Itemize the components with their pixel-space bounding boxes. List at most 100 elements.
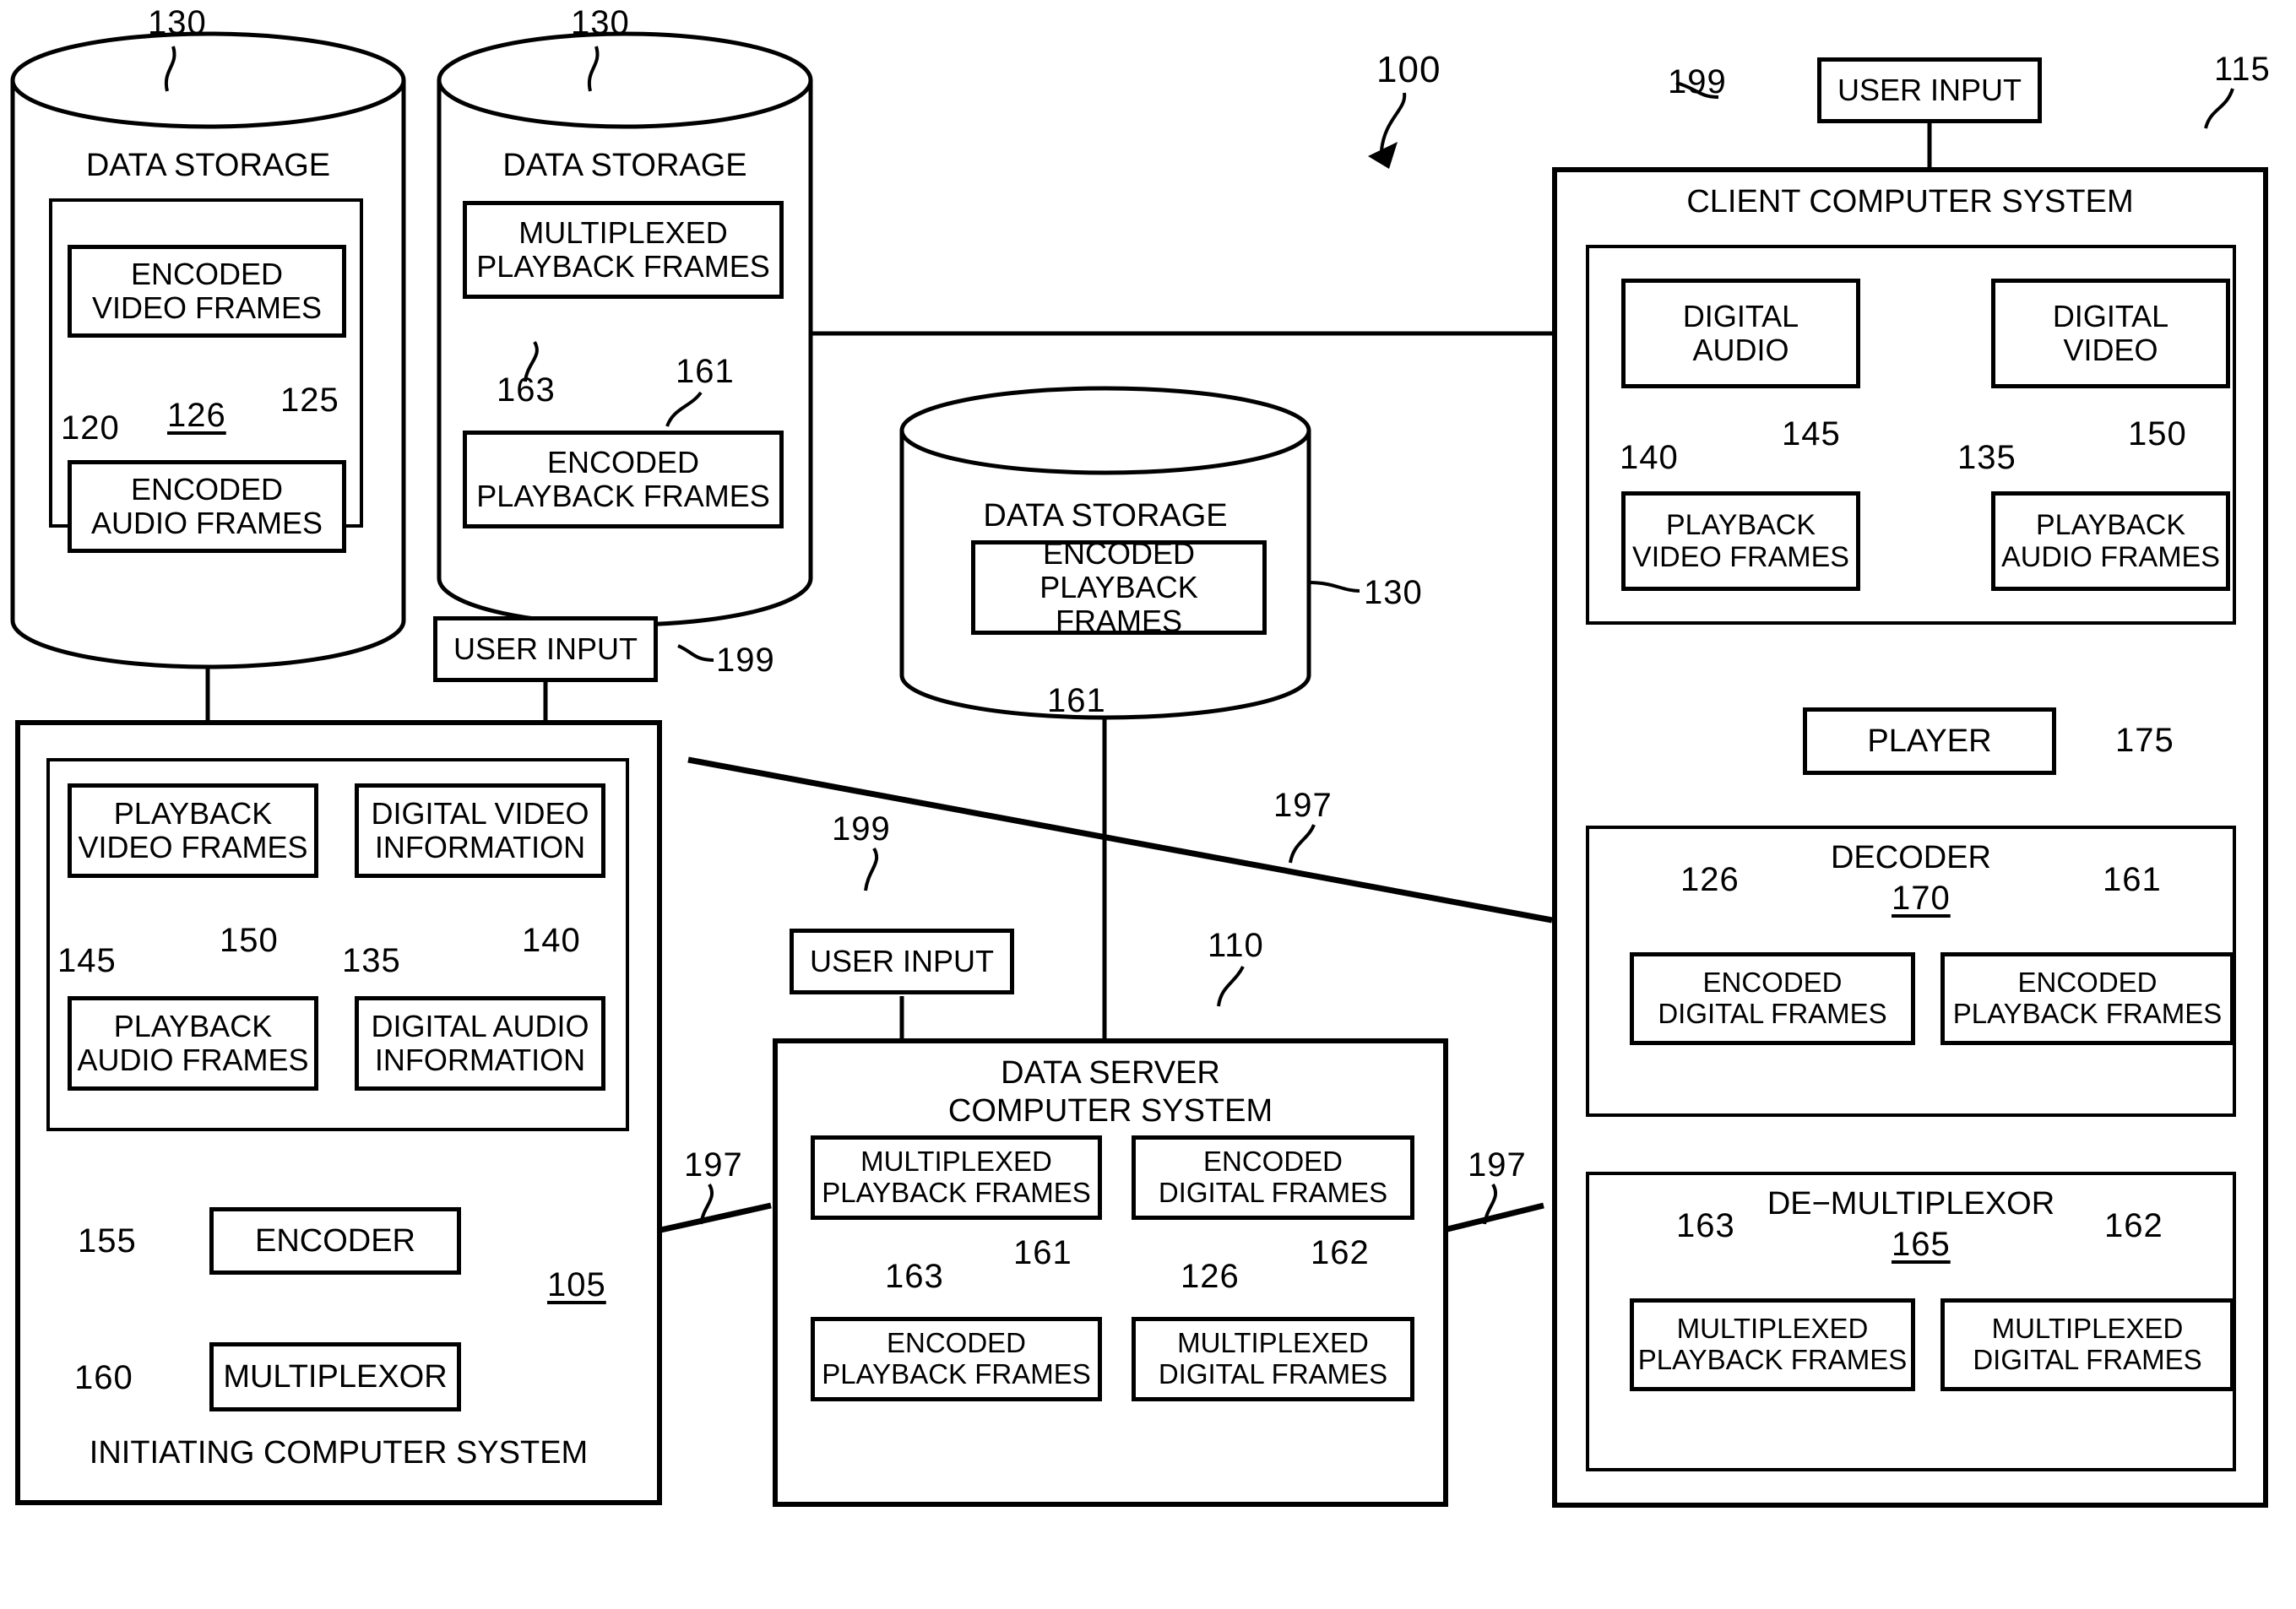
multiplexed-playback-frames-box-demux: MULTIPLEXED PLAYBACK FRAMES — [1630, 1298, 1915, 1391]
edf-srv-line1: ENCODED — [1202, 1146, 1343, 1178]
epf-s2-line2: PLAYBACK FRAMES — [476, 479, 770, 513]
data-storage-3-title: DATA STORAGE — [983, 498, 1228, 534]
ref-160-multiplexor: 160 — [74, 1359, 133, 1396]
ref-100-system: 100 — [1376, 49, 1441, 90]
playback-audio-frames-box-client: PLAYBACK AUDIO FRAMES — [1991, 491, 2230, 591]
mdf-demux-line2: DIGITAL FRAMES — [1973, 1344, 2202, 1375]
initiating-computer-system-title: INITIATING COMPUTER SYSTEM — [89, 1435, 589, 1471]
multiplexed-digital-frames-box-server: MULTIPLEXED DIGITAL FRAMES — [1132, 1317, 1414, 1401]
ref-150-client: 150 — [2128, 415, 2187, 452]
epf-dec-line1: ENCODED — [2017, 967, 2158, 999]
ref-135-initiating: 135 — [342, 942, 401, 979]
ref-126-server: 126 — [1181, 1258, 1240, 1295]
mpf-srv-line1: MULTIPLEXED — [860, 1146, 1052, 1178]
user-input-box-server[interactable]: USER INPUT — [790, 929, 1014, 994]
ref-126-decoder: 126 — [1680, 861, 1740, 898]
encoded-playback-frames-box-storage2: ENCODED PLAYBACK FRAMES — [463, 431, 784, 528]
digital-audio-box: DIGITAL AUDIO — [1621, 279, 1860, 388]
ref-161-storage3: 161 — [1047, 682, 1106, 719]
ref-130-storage-2: 130 — [571, 4, 630, 41]
user-input-box-client[interactable]: USER INPUT — [1817, 57, 2042, 123]
epf-s2-line1: ENCODED — [546, 444, 700, 479]
mpf-srv-line2: PLAYBACK FRAMES — [822, 1177, 1091, 1208]
ref-130-storage-3: 130 — [1364, 574, 1423, 611]
ref-126-group: 126 — [167, 397, 226, 434]
player-box: PLAYER — [1803, 707, 2056, 775]
mpf-demux-line1: MULTIPLEXED — [1676, 1313, 1869, 1345]
edf-dec-line2: DIGITAL FRAMES — [1658, 998, 1887, 1029]
digital-video-line1: DIGITAL — [2052, 298, 2169, 333]
mpf-s2-line1: MULTIPLEXED — [518, 214, 728, 250]
encoded-playback-frames-box-storage3: ENCODED PLAYBACK FRAMES — [971, 535, 1267, 638]
pvf-init-line2: VIDEO FRAMES — [78, 830, 308, 864]
digital-video-box: DIGITAL VIDEO — [1991, 279, 2230, 388]
mdf-srv-line2: DIGITAL FRAMES — [1158, 1358, 1388, 1390]
pvf-client-line2: VIDEO FRAMES — [1632, 541, 1849, 573]
patent-figure: DATA STORAGE 130 ENCODED VIDEO FRAMES 12… — [0, 0, 2296, 1609]
ref-197-right: 197 — [1468, 1146, 1527, 1184]
ref-135-client: 135 — [1957, 439, 2016, 476]
ref-170-decoder: 170 — [1892, 880, 1951, 917]
ref-199-initiating: 199 — [716, 642, 775, 679]
paf-init-line1: PLAYBACK — [113, 1008, 273, 1043]
ref-163-demux: 163 — [1676, 1207, 1735, 1244]
dvi-line1: DIGITAL VIDEO — [371, 795, 589, 831]
ref-197-top: 197 — [1273, 787, 1333, 824]
encoded-audio-frames-line2: AUDIO FRAMES — [90, 506, 323, 540]
ref-130-storage-1: 130 — [148, 4, 207, 41]
playback-video-frames-box-initiating: PLAYBACK VIDEO FRAMES — [68, 783, 318, 878]
multiplexor-label: MULTIPLEXOR — [223, 1358, 448, 1395]
multiplexed-digital-frames-box-demux: MULTIPLEXED DIGITAL FRAMES — [1940, 1298, 2234, 1391]
encoder-box: ENCODER — [209, 1207, 461, 1275]
digital-video-line2: VIDEO — [2063, 333, 2158, 367]
ref-140-initiating: 140 — [522, 922, 581, 959]
edf-dec-line1: ENCODED — [1702, 967, 1843, 999]
pvf-client-line1: PLAYBACK — [1665, 508, 1816, 541]
encoded-video-frames-line2: VIDEO FRAMES — [91, 290, 323, 325]
playback-audio-frames-box-initiating: PLAYBACK AUDIO FRAMES — [68, 996, 318, 1091]
ref-150-initiating: 150 — [220, 922, 279, 959]
digital-audio-line1: DIGITAL — [1682, 298, 1799, 333]
data-storage-2-title: DATA STORAGE — [502, 148, 747, 183]
paf-client-line1: PLAYBACK — [2035, 508, 2185, 541]
digital-video-information-box: DIGITAL VIDEO INFORMATION — [355, 783, 605, 878]
data-storage-1-title: DATA STORAGE — [85, 148, 331, 183]
ref-140-client: 140 — [1620, 439, 1679, 476]
playback-video-frames-box-client: PLAYBACK VIDEO FRAMES — [1621, 491, 1860, 591]
ref-197-left: 197 — [684, 1146, 743, 1184]
ref-145-initiating: 145 — [57, 942, 117, 979]
epf-s3-line1: ENCODED — [1042, 535, 1196, 571]
dai-line2: INFORMATION — [374, 1043, 586, 1077]
mdf-srv-line1: MULTIPLEXED — [1177, 1327, 1369, 1359]
mdf-demux-line1: MULTIPLEXED — [1991, 1313, 2184, 1345]
player-label: PLAYER — [1867, 723, 1992, 759]
user-input-label-server: USER INPUT — [809, 943, 995, 978]
ref-175-player: 175 — [2115, 722, 2174, 759]
user-input-box-initiating[interactable]: USER INPUT — [433, 616, 658, 682]
data-server-title-line1: DATA SERVER — [1001, 1055, 1220, 1091]
ref-163-server: 163 — [885, 1258, 944, 1295]
ref-161-server: 161 — [1013, 1234, 1072, 1271]
ref-165-demux: 165 — [1892, 1226, 1951, 1263]
client-computer-system-title: CLIENT COMPUTER SYSTEM — [1686, 184, 2134, 219]
encoded-audio-frames-line1: ENCODED — [130, 471, 284, 507]
paf-init-line2: AUDIO FRAMES — [77, 1043, 309, 1077]
ref-162-server: 162 — [1311, 1234, 1370, 1271]
data-server-title-line2: COMPUTER SYSTEM — [947, 1093, 1273, 1129]
dvi-line2: INFORMATION — [374, 830, 586, 864]
epf-srv-line2: PLAYBACK FRAMES — [822, 1358, 1091, 1390]
encoded-digital-frames-box-server: ENCODED DIGITAL FRAMES — [1132, 1135, 1414, 1220]
digital-audio-line2: AUDIO — [1692, 333, 1789, 367]
encoded-playback-frames-box-decoder: ENCODED PLAYBACK FRAMES — [1940, 952, 2234, 1045]
ref-161-decoder: 161 — [2103, 861, 2162, 898]
pvf-init-line1: PLAYBACK — [113, 795, 273, 831]
encoded-video-frames-line1: ENCODED — [130, 256, 284, 291]
ref-120: 120 — [61, 409, 120, 447]
encoded-audio-frames-box: ENCODED AUDIO FRAMES — [68, 460, 346, 553]
digital-audio-information-box: DIGITAL AUDIO INFORMATION — [355, 996, 605, 1091]
ref-155-encoder: 155 — [78, 1222, 137, 1260]
mpf-demux-line2: PLAYBACK FRAMES — [1637, 1344, 1908, 1375]
ref-110-server: 110 — [1208, 927, 1264, 964]
user-input-label-initiating: USER INPUT — [453, 631, 638, 666]
paf-client-line2: AUDIO FRAMES — [2001, 541, 2220, 573]
